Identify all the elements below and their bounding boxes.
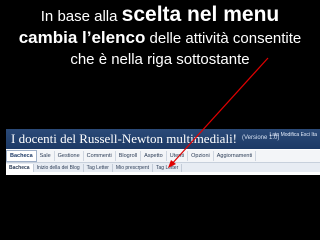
submenu-item[interactable]: Tag Letter	[153, 163, 183, 172]
site-banner: I docenti del Russell-Newton multimedial…	[6, 129, 320, 149]
tab-aggiornamenti[interactable]: Aggiornamenti	[214, 151, 257, 161]
caption-part1: In base alla	[40, 8, 122, 25]
tab-sale[interactable]: Sale	[37, 151, 55, 161]
site-title[interactable]: I docenti del Russell-Newton multimedial…	[11, 131, 237, 147]
tab-gestione[interactable]: Gestione	[55, 151, 84, 161]
sub-menu: Bacheca Inizio della dei Blog Tag Letter Mi…	[6, 163, 320, 172]
caption-part3: cambia l’elenco	[18, 28, 146, 47]
submenu-item[interactable]: Inizio della dei Blog	[34, 163, 84, 172]
user-menu[interactable]: Lato Modifica Esci Ita	[269, 132, 317, 138]
tab-opzioni[interactable]: Opzioni	[188, 151, 214, 161]
tab-blogroll[interactable]: Blogroll	[116, 151, 142, 161]
submenu-item[interactable]: Tag Letter	[84, 163, 113, 172]
caption-part2: scelta nel menu	[121, 3, 280, 26]
screenshot-panel: I docenti del Russell-Newton multimedial…	[6, 129, 320, 175]
tab-utenti[interactable]: Utenti	[167, 151, 189, 161]
tab-aspetto[interactable]: Aspetto	[141, 151, 167, 161]
caption: In base alla scelta nel menu cambia l’el…	[6, 4, 314, 70]
tab-bacheca[interactable]: Bacheca	[6, 150, 37, 162]
submenu-item[interactable]: Mio prescrpent	[113, 163, 153, 172]
tab-commenti[interactable]: Commenti	[84, 151, 116, 161]
main-menu: Bacheca Sale Gestione Commenti Blogroll Aspet…	[6, 150, 320, 163]
submenu-item[interactable]: Bacheca	[6, 163, 34, 172]
